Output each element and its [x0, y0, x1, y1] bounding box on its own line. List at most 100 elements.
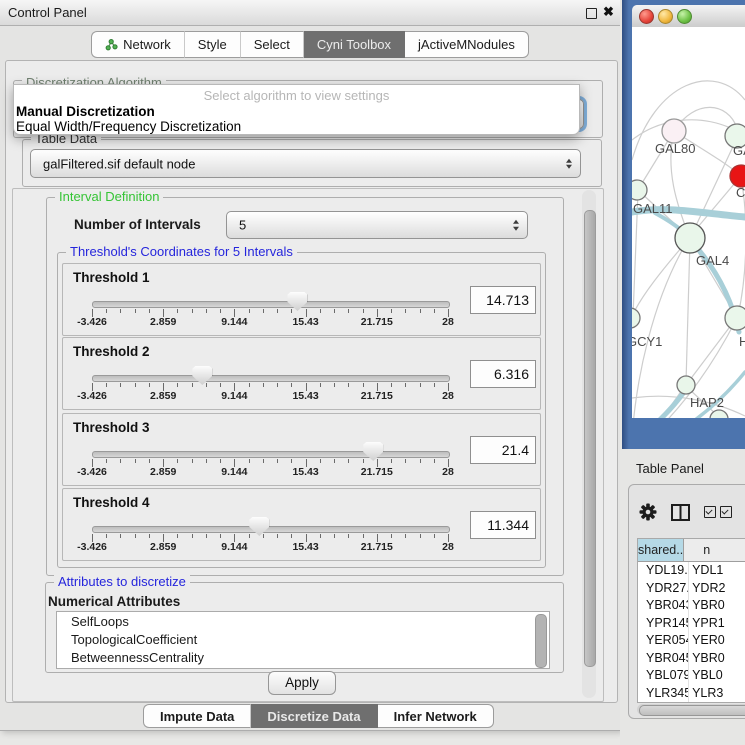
tab-jactivemnodules[interactable]: jActiveMNodules	[405, 31, 529, 58]
tab-label: Select	[254, 37, 290, 52]
combo-spinner-icon	[566, 158, 572, 169]
minimize-traffic-light-icon[interactable]	[658, 9, 673, 24]
table-cell: YDL19...	[638, 562, 689, 580]
table-cell: YBR0	[689, 597, 745, 615]
network-node[interactable]	[632, 180, 647, 200]
table-cell: YIL0	[689, 702, 745, 703]
threshold-value-field[interactable]: 21.4	[470, 436, 536, 464]
network-canvas[interactable]: GAL80GACGAL11GAL4GCY1HHAP2	[632, 27, 745, 418]
column-header-1[interactable]: shared...	[638, 539, 684, 561]
checkbox-icon[interactable]	[720, 506, 732, 518]
algorithm-option-equal-width-frequency-discretization[interactable]: Equal Width/Frequency Discretization	[16, 119, 241, 134]
tab-discretize-data[interactable]: Discretize Data	[251, 704, 377, 728]
slider-scale-labels: -3.4262.8599.14415.4321.71528	[92, 390, 448, 403]
table-row[interactable]: YBL079WYBL0	[638, 667, 745, 685]
table-row[interactable]: YIL052CYIL0	[638, 702, 745, 703]
checkbox-icon[interactable]	[704, 506, 716, 518]
table-row[interactable]: YPR145WYPR1	[638, 615, 745, 633]
table-cell: YBR045C	[638, 650, 689, 668]
table-panel-title: Table Panel	[636, 461, 704, 476]
table-cell: YBL079W	[638, 667, 689, 685]
table-cell: YLR3	[689, 685, 745, 703]
tab-cyni-toolbox[interactable]: Cyni Toolbox	[304, 31, 405, 58]
tab-label: Style	[198, 37, 227, 52]
panel-title: Control Panel	[8, 5, 87, 20]
tab-select[interactable]: Select	[241, 31, 304, 58]
top-tab-bar: Network Style Select Cyni Toolbox jActiveMNo…	[0, 31, 620, 58]
slider-scale-labels: -3.4262.8599.14415.4321.71528	[92, 541, 448, 554]
gear-icon[interactable]	[639, 503, 657, 521]
table-cell: YBL0	[689, 667, 745, 685]
table-panel: shared...n YDL19...YDL1YDR27...YDR2YBR04…	[628, 484, 745, 719]
column-header-2[interactable]: n	[684, 539, 745, 561]
popup-placeholder: Select algorithm to view settings	[14, 88, 579, 103]
zoom-traffic-light-icon[interactable]	[677, 9, 692, 24]
control-panel-titlebar: Control Panel ✖	[0, 0, 620, 26]
table-row[interactable]: YBR045CYBR0	[638, 650, 745, 668]
tab-label: Cyni Toolbox	[317, 37, 391, 52]
numerical-attributes-list[interactable]: SelfLoopsTopologicalCoefficientBetweenne…	[56, 611, 550, 669]
slider-track[interactable]	[92, 526, 450, 533]
slider-track[interactable]	[92, 375, 450, 382]
panel-scrollbar-thumb[interactable]	[584, 210, 596, 667]
number-of-intervals-combo[interactable]: 5	[226, 211, 528, 239]
tab-network[interactable]: Network	[91, 31, 185, 58]
thresholds-group-title: Threshold's Coordinates for 5 Intervals	[66, 244, 297, 259]
network-node[interactable]	[725, 306, 745, 330]
table-cell: YBR043C	[638, 597, 689, 615]
table-hscrollbar-thumb[interactable]	[639, 705, 745, 716]
attribute-item-selfloops[interactable]: SelfLoops	[71, 614, 129, 632]
node-label-c: C	[736, 185, 745, 200]
table-cell: YBR0	[689, 650, 745, 668]
threshold-value-field[interactable]: 11.344	[470, 511, 536, 539]
tab-label: Network	[123, 37, 171, 52]
table-data-combo[interactable]: galFiltered.sif default node	[30, 149, 581, 178]
table-row[interactable]: YLR345WYLR3	[638, 685, 745, 703]
algorithm-dropdown-popup: Select algorithm to view settings Manual…	[13, 84, 580, 135]
slider-track[interactable]	[92, 301, 450, 308]
table-cell: YDL1	[689, 562, 745, 580]
table-data-combo-value: galFiltered.sif default node	[43, 156, 195, 171]
network-view-window: GAL80GACGAL11GAL4GCY1HHAP2	[622, 0, 745, 449]
list-scrollbar[interactable]	[535, 614, 547, 668]
table-row[interactable]: YDR27...YDR2	[638, 580, 745, 598]
close-traffic-light-icon[interactable]	[639, 9, 654, 24]
network-window-titlebar[interactable]	[632, 5, 745, 28]
number-of-intervals-value: 5	[239, 218, 246, 233]
network-node[interactable]	[677, 376, 695, 394]
columns-icon[interactable]	[671, 504, 690, 521]
network-node[interactable]	[632, 308, 640, 328]
network-node[interactable]	[675, 223, 705, 253]
float-window-icon[interactable]	[586, 8, 597, 19]
table-row[interactable]: YDL19...YDL1	[638, 562, 745, 580]
node-table[interactable]: shared...n YDL19...YDL1YDR27...YDR2YBR04…	[637, 538, 745, 703]
apply-button[interactable]: Apply	[268, 671, 336, 695]
attribute-item-betweennesscentrality[interactable]: BetweennessCentrality	[71, 650, 204, 668]
tab-impute-data[interactable]: Impute Data	[143, 704, 251, 728]
node-label-gal4: GAL4	[696, 253, 729, 268]
tab-label: jActiveMNodules	[418, 37, 515, 52]
threshold-row-3: Threshold 3-3.4262.8599.14415.4321.71528…	[62, 413, 541, 486]
table-toolbar	[639, 499, 745, 525]
table-hscrollbar-track[interactable]	[637, 704, 745, 715]
close-icon[interactable]: ✖	[603, 4, 614, 20]
threshold-value-field[interactable]: 14.713	[470, 286, 536, 314]
threshold-value-field[interactable]: 6.316	[470, 360, 536, 388]
slider-scale-labels: -3.4262.8599.14415.4321.71528	[92, 466, 448, 479]
table-row[interactable]: YER054CYER0	[638, 632, 745, 650]
tab-style[interactable]: Style	[185, 31, 241, 58]
node-label-hap2: HAP2	[690, 395, 724, 410]
table-header-row: shared...n	[638, 539, 745, 562]
table-cell: YLR345W	[638, 685, 689, 703]
network-node[interactable]	[662, 119, 686, 143]
table-cell: YDR2	[689, 580, 745, 598]
table-cell: YER0	[689, 632, 745, 650]
algorithm-option-manual-discretization[interactable]: Manual Discretization	[16, 104, 155, 119]
control-panel-window: Control Panel ✖ Network Style Select Cyni T…	[0, 0, 621, 731]
threshold-label: Threshold 4	[73, 495, 150, 510]
slider-track[interactable]	[92, 451, 450, 458]
tab-infer-network[interactable]: Infer Network	[378, 704, 494, 728]
attribute-item-topologicalcoefficient[interactable]: TopologicalCoefficient	[71, 632, 197, 650]
table-row[interactable]: YBR043CYBR0	[638, 597, 745, 615]
slider-scale-labels: -3.4262.8599.14415.4321.71528	[92, 316, 448, 329]
